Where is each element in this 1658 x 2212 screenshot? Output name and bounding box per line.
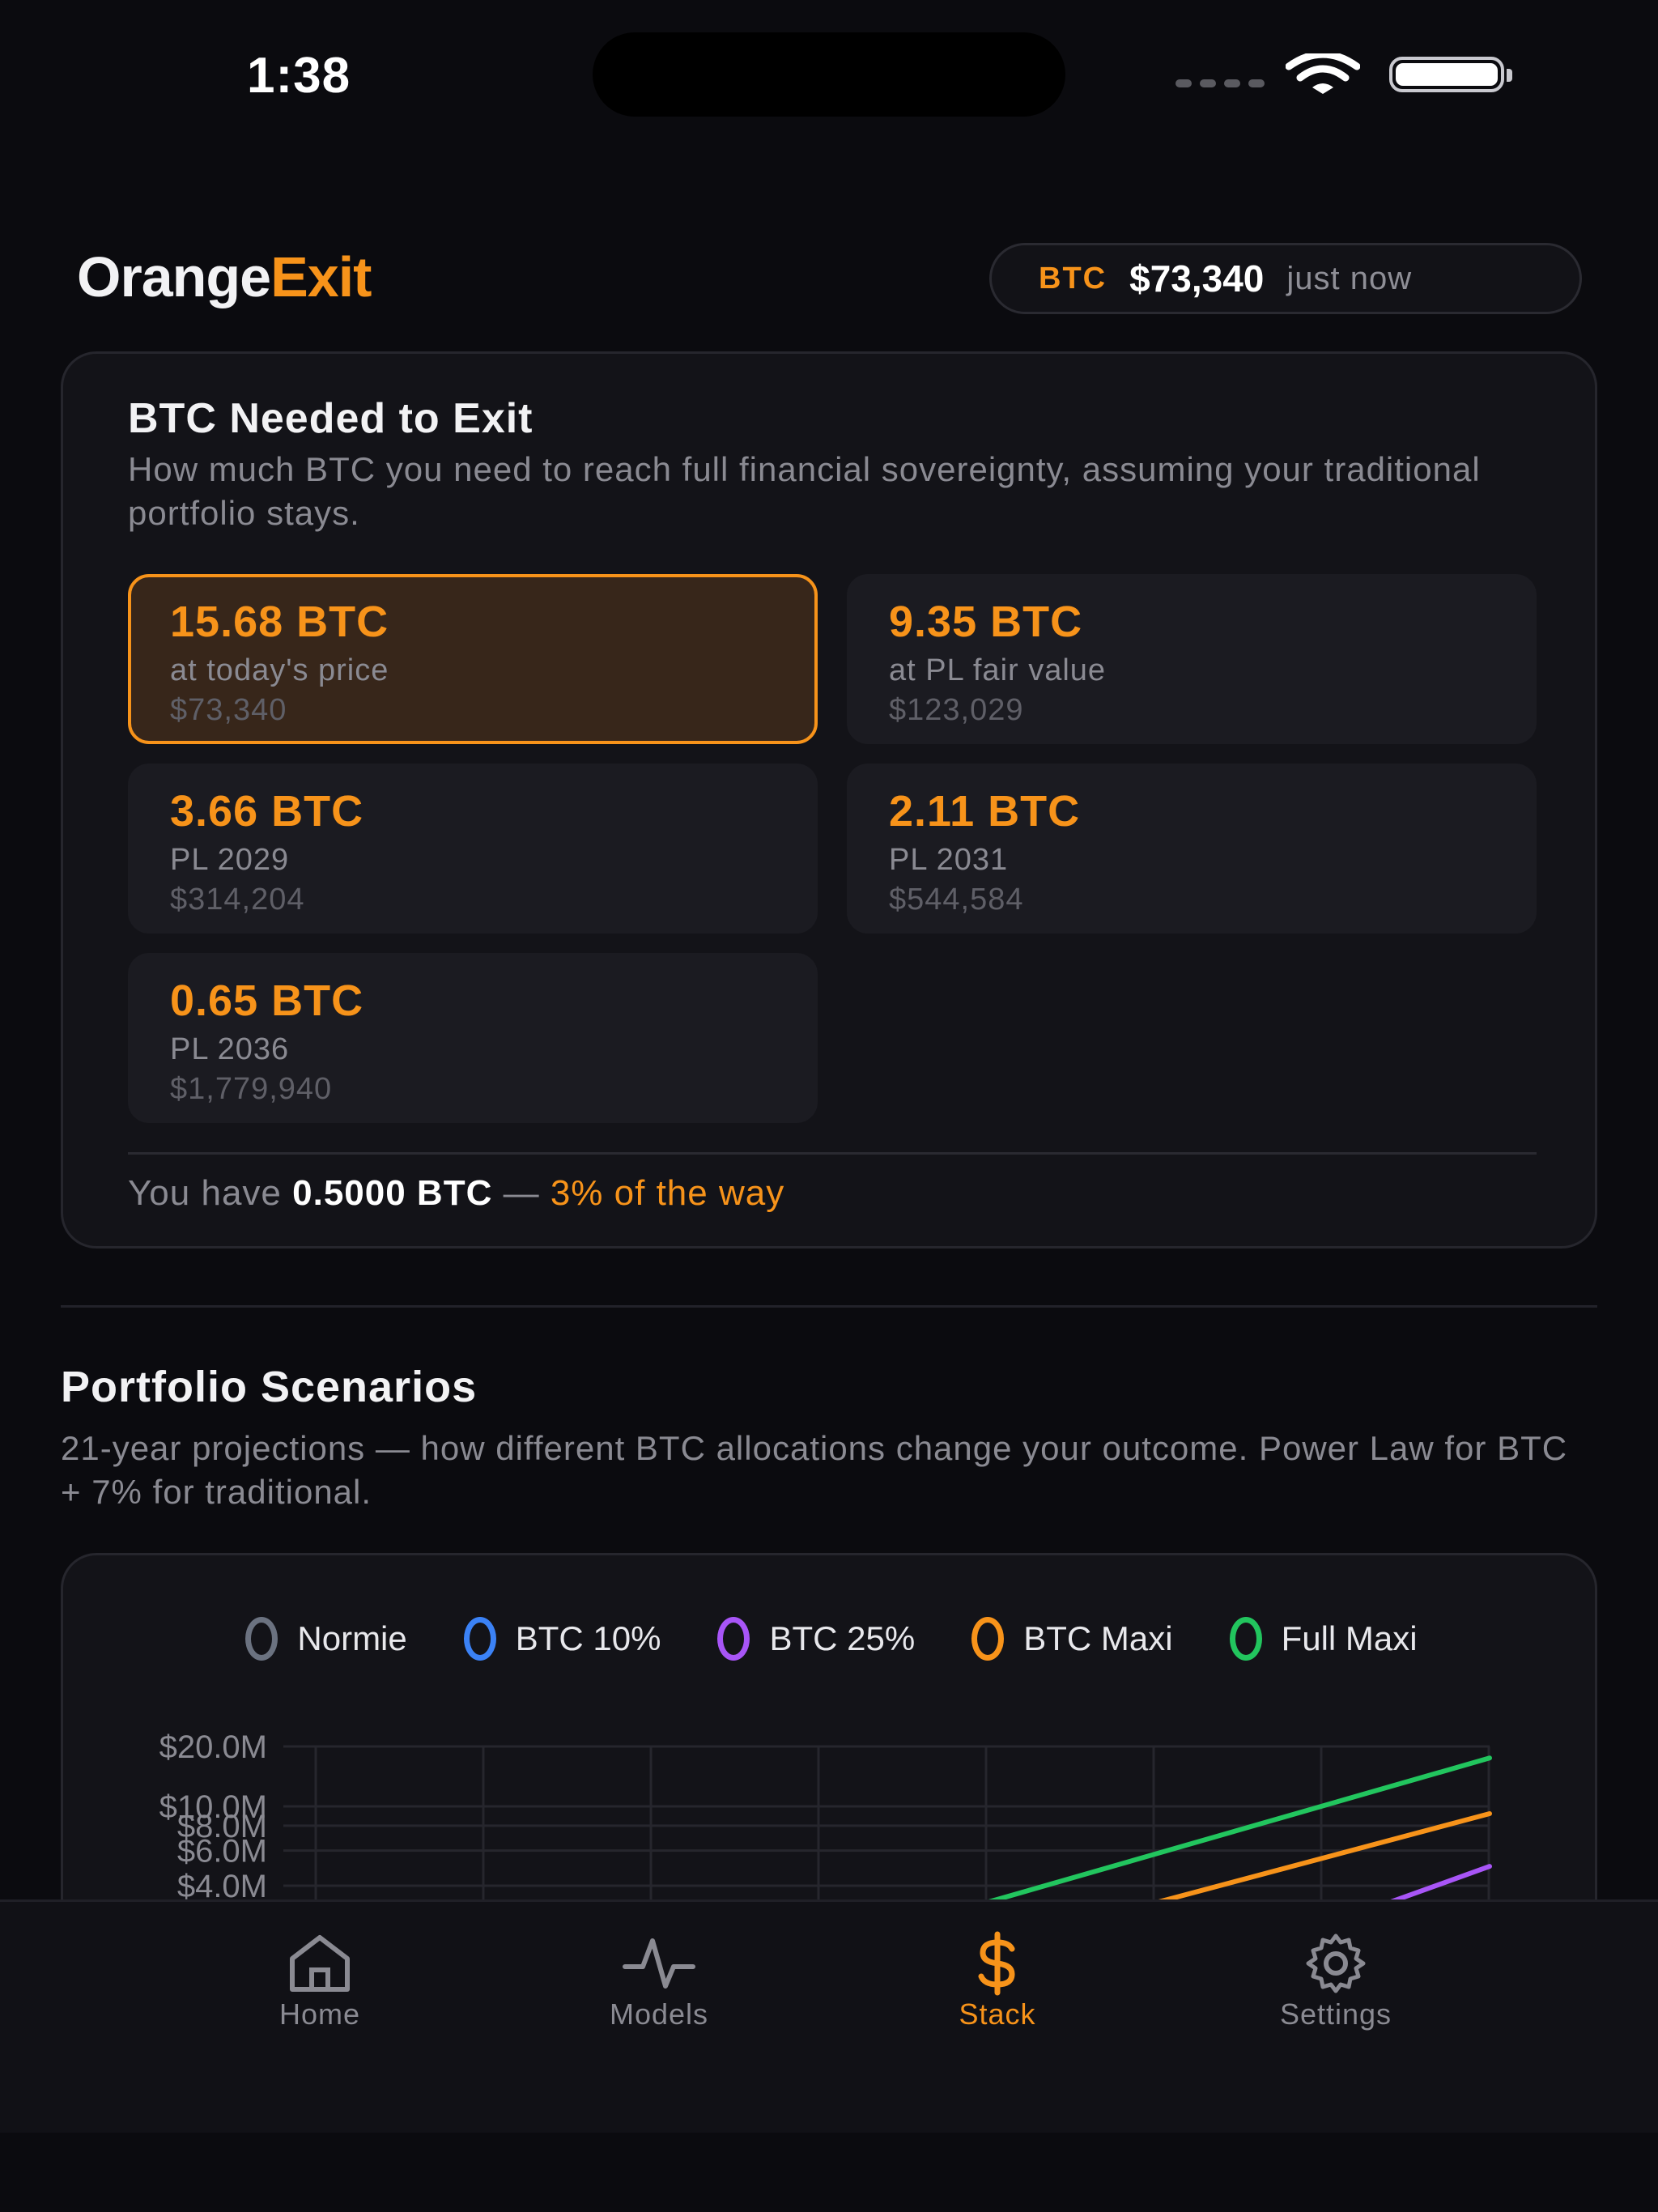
holdings-summary: You have 0.5000 BTC — 3% of the way — [128, 1173, 785, 1213]
y-tick-label: $6.0M — [177, 1834, 267, 1870]
holdings-progress: 3% of the way — [550, 1173, 785, 1213]
card-title: BTC Needed to Exit — [128, 395, 534, 442]
tile-btc-amount: 9.35 BTC — [889, 598, 1083, 646]
tile-usd-price: $314,204 — [170, 883, 305, 917]
wifi-icon — [1286, 53, 1360, 94]
exit-tile-today[interactable]: 15.68 BTC at today's price $73,340 — [128, 574, 818, 744]
status-time: 1:38 — [247, 48, 351, 104]
btc-price-pill[interactable]: BTC $73,340 just now — [989, 243, 1582, 314]
app-logo: OrangeExit — [77, 245, 372, 308]
tile-usd-price: $73,340 — [170, 693, 287, 727]
tile-label: PL 2031 — [889, 843, 1009, 877]
tab-settings[interactable]: Settings — [1214, 1931, 1457, 2031]
tab-label: Settings — [1279, 1997, 1392, 2031]
house-icon — [290, 1935, 350, 1992]
exit-tile-2036[interactable]: 0.65 BTC PL 2036 $1,779,940 — [128, 953, 818, 1123]
cellular-signal-icon — [1175, 79, 1265, 87]
y-tick-label: $20.0M — [159, 1729, 267, 1765]
btc-needed-card: BTC Needed to Exit How much BTC you need… — [61, 351, 1597, 1249]
tile-btc-amount: 3.66 BTC — [170, 787, 364, 836]
exit-tile-fair-value[interactable]: 9.35 BTC at PL fair value $123,029 — [847, 574, 1537, 744]
tile-label: PL 2036 — [170, 1032, 290, 1066]
holdings-amount: 0.5000 BTC — [292, 1173, 493, 1213]
section-subtitle: 21-year projections — how different BTC … — [61, 1429, 1568, 1511]
tab-home[interactable]: Home — [198, 1931, 441, 2031]
tile-usd-price: $544,584 — [889, 883, 1024, 917]
price-updated: just now — [1286, 260, 1413, 296]
tile-label: at today's price — [170, 653, 389, 687]
tile-btc-amount: 0.65 BTC — [170, 976, 364, 1025]
battery-icon — [1389, 57, 1512, 92]
tab-models[interactable]: Models — [538, 1931, 780, 2031]
dollar-icon — [978, 1931, 1015, 1996]
series-line-btc-maxi — [1124, 1810, 1492, 1913]
exit-tile-2029[interactable]: 3.66 BTC PL 2029 $314,204 — [128, 764, 818, 934]
tab-label: Stack — [959, 1997, 1036, 2031]
exit-tile-2031[interactable]: 2.11 BTC PL 2031 $544,584 — [847, 764, 1537, 934]
tile-btc-amount: 15.68 BTC — [170, 598, 389, 646]
gear-icon — [1306, 1933, 1366, 1993]
section-title: Portfolio Scenarios — [61, 1363, 478, 1411]
section-divider — [61, 1305, 1597, 1308]
card-subtitle: How much BTC you need to reach full fina… — [128, 450, 1481, 532]
tab-label: Home — [278, 1997, 361, 2031]
btc-price: $73,340 — [1129, 257, 1265, 300]
tab-stack[interactable]: Stack — [876, 1931, 1119, 2031]
tile-btc-amount: 2.11 BTC — [889, 787, 1081, 836]
price-ticker: BTC — [1039, 261, 1107, 296]
card-divider — [128, 1152, 1537, 1155]
status-bar: 1:38 — [0, 0, 1658, 154]
tile-usd-price: $123,029 — [889, 693, 1024, 727]
tile-label: PL 2029 — [170, 843, 290, 877]
dynamic-island — [593, 32, 1065, 117]
home-indicator-area — [0, 2133, 1658, 2212]
activity-icon — [623, 1938, 695, 1989]
tile-label: at PL fair value — [889, 653, 1107, 687]
tile-usd-price: $1,779,940 — [170, 1072, 333, 1106]
tab-label: Models — [609, 1997, 709, 2031]
